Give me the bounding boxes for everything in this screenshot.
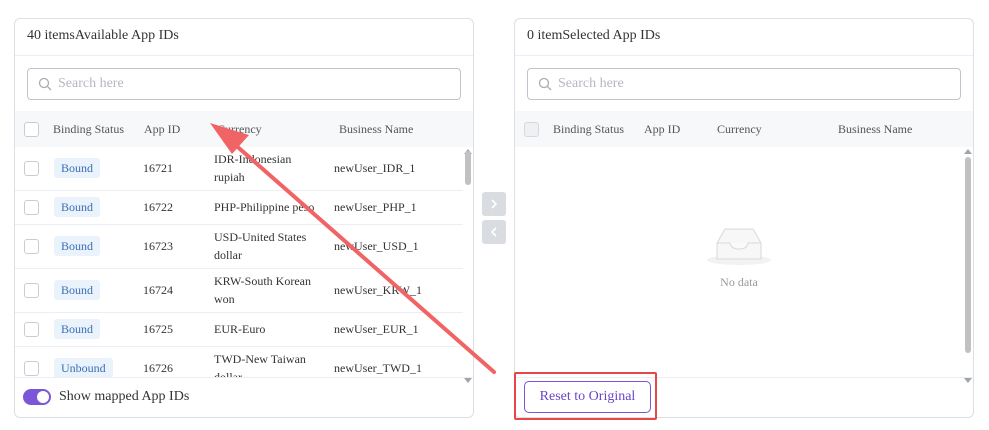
row-checkbox[interactable] xyxy=(24,239,39,254)
scroll-up-icon[interactable] xyxy=(964,149,972,154)
column-binding-status: Binding Status xyxy=(53,122,125,136)
table-header: Binding Status App ID Currency Business … xyxy=(515,111,973,147)
panel-header: 40 itemsAvailable App IDs xyxy=(15,19,473,56)
table-row[interactable]: Bound 16723 USD-United States dollar new… xyxy=(15,225,463,269)
toggle-knob xyxy=(37,391,49,403)
available-app-ids-panel: 40 itemsAvailable App IDs Binding Status… xyxy=(14,18,474,418)
column-currency: Currency xyxy=(717,122,762,136)
business-name-cell: newUser_USD_1 xyxy=(334,239,419,253)
select-all-checkbox[interactable] xyxy=(24,122,39,137)
reset-button-highlight: Reset to Original xyxy=(514,372,657,420)
search-icon xyxy=(38,77,52,91)
status-badge: Bound xyxy=(54,319,101,339)
business-name-cell: newUser_EUR_1 xyxy=(334,322,419,336)
empty-inbox-icon xyxy=(707,228,771,265)
column-currency: Currency xyxy=(217,122,262,136)
show-mapped-toggle[interactable] xyxy=(23,389,51,405)
search-input[interactable] xyxy=(558,76,938,92)
status-badge: Bound xyxy=(54,197,101,217)
currency-cell: IDR-Indonesian rupiah xyxy=(214,152,292,184)
table-row[interactable]: Bound 16721 IDR-Indonesian rupiah newUse… xyxy=(15,147,463,191)
empty-state-text: No data xyxy=(720,275,758,289)
panel-footer: Show mapped App IDs xyxy=(15,377,473,417)
app-id-cell: 16726 xyxy=(143,361,173,375)
currency-cell: USD-United States dollar xyxy=(214,230,307,262)
table-header: Binding Status App ID Currency Business … xyxy=(15,111,473,147)
row-checkbox[interactable] xyxy=(24,361,39,376)
currency-cell: EUR-Euro xyxy=(214,322,266,336)
scrollbar-thumb[interactable] xyxy=(465,151,471,185)
chevron-right-icon xyxy=(491,199,498,209)
move-left-button[interactable] xyxy=(482,220,506,244)
selected-app-ids-panel: 0 itemSelected App IDs Binding Status Ap… xyxy=(514,18,974,418)
column-app-id: App ID xyxy=(644,122,681,136)
row-checkbox[interactable] xyxy=(24,200,39,215)
item-count: 0 item xyxy=(527,28,563,43)
column-app-id: App ID xyxy=(144,122,181,136)
currency-cell: TWD-New Taiwan dollar xyxy=(214,352,306,377)
scrollbar-thumb[interactable] xyxy=(965,157,971,353)
app-id-cell: 16722 xyxy=(143,200,173,214)
business-name-cell: newUser_TWD_1 xyxy=(334,361,422,375)
table-row[interactable]: Bound 16725 EUR-Euro newUser_EUR_1 xyxy=(15,313,463,347)
item-count: 40 items xyxy=(27,28,75,43)
status-badge: Unbound xyxy=(54,358,113,377)
panel-title: Available App IDs xyxy=(74,28,179,43)
column-business-name: Business Name xyxy=(339,122,414,136)
panel-title: Selected App IDs xyxy=(562,28,661,43)
search-box[interactable] xyxy=(527,68,961,100)
status-badge: Bound xyxy=(54,280,101,300)
business-name-cell: newUser_PHP_1 xyxy=(334,200,417,214)
row-checkbox[interactable] xyxy=(24,161,39,176)
panel-header: 0 itemSelected App IDs xyxy=(515,19,973,56)
currency-cell: PHP-Philippine peso xyxy=(214,200,315,214)
column-business-name: Business Name xyxy=(838,122,913,136)
table-row[interactable]: Unbound 16726 TWD-New Taiwan dollar newU… xyxy=(15,347,463,377)
app-id-cell: 16725 xyxy=(143,322,173,336)
search-input[interactable] xyxy=(58,76,438,92)
app-id-cell: 16723 xyxy=(143,239,173,253)
app-id-cell: 16724 xyxy=(143,283,173,297)
table-scrollbar[interactable] xyxy=(963,147,973,385)
business-name-cell: newUser_IDR_1 xyxy=(334,161,416,175)
table-row[interactable]: Bound 16722 PHP-Philippine peso newUser_… xyxy=(15,191,463,225)
chevron-left-icon xyxy=(490,227,497,237)
toggle-label: Show mapped App IDs xyxy=(59,389,190,404)
currency-cell: KRW-South Korean won xyxy=(214,274,311,306)
search-icon xyxy=(538,77,552,91)
status-badge: Bound xyxy=(54,236,101,256)
select-all-checkbox xyxy=(524,122,539,137)
app-id-cell: 16721 xyxy=(143,161,173,175)
row-checkbox[interactable] xyxy=(24,283,39,298)
row-checkbox[interactable] xyxy=(24,322,39,337)
column-binding-status: Binding Status xyxy=(553,122,625,136)
table-row[interactable]: Bound 16724 KRW-South Korean won newUser… xyxy=(15,269,463,313)
move-right-button[interactable] xyxy=(482,192,506,216)
search-box[interactable] xyxy=(27,68,461,100)
table-scrollbar[interactable] xyxy=(463,147,473,385)
table-body: Bound 16721 IDR-Indonesian rupiah newUse… xyxy=(15,147,463,377)
status-badge: Bound xyxy=(54,158,101,178)
reset-to-original-button[interactable]: Reset to Original xyxy=(524,381,651,413)
business-name-cell: newUser_KRW_1 xyxy=(334,283,422,297)
